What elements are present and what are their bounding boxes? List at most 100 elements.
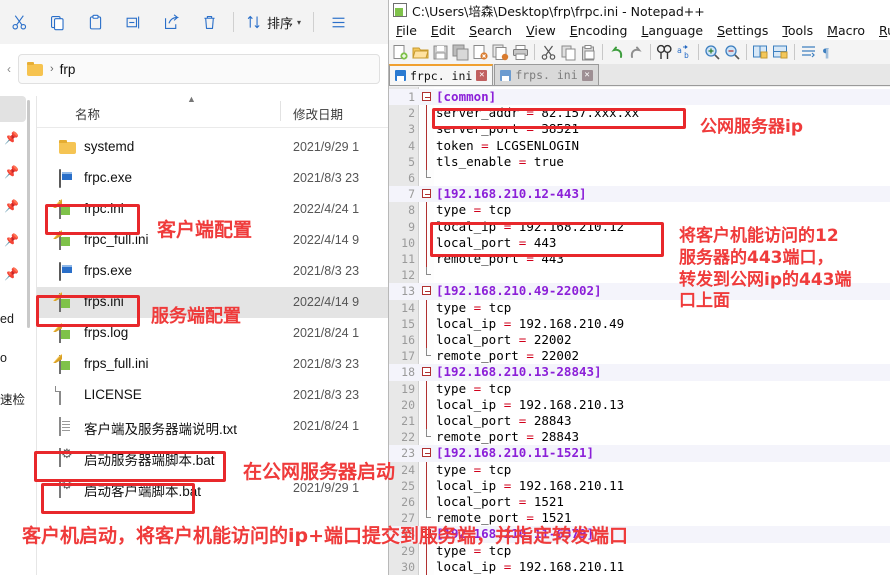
code-line-19[interactable]: 19 type = tcp bbox=[389, 380, 890, 397]
save-all-icon[interactable] bbox=[451, 43, 470, 62]
redo-icon[interactable] bbox=[627, 43, 646, 62]
open-file-icon[interactable] bbox=[411, 43, 430, 62]
sort-button[interactable]: 排序 ▾ bbox=[239, 7, 308, 37]
code-line-23[interactable]: 23 [192.168.210.11-1521] bbox=[389, 445, 890, 462]
view-options-button[interactable] bbox=[319, 7, 357, 37]
file-row-.txt[interactable]: 客户端及服务器端说明.txt 2021/8/24 1 bbox=[37, 411, 388, 442]
show-all-characters-icon[interactable]: ¶ bbox=[819, 43, 838, 62]
delete-button[interactable] bbox=[190, 7, 228, 37]
fold-collapse-icon[interactable] bbox=[422, 189, 431, 199]
menu-settings[interactable]: Settings bbox=[710, 23, 775, 38]
copy-icon[interactable] bbox=[559, 43, 578, 62]
file-row-LICENSE[interactable]: LICENSE 2021/8/3 23 bbox=[37, 380, 388, 411]
nav-selected-item[interactable] bbox=[0, 96, 26, 122]
fold-collapse-icon[interactable] bbox=[422, 367, 431, 377]
file-row-systemd[interactable]: systemd 2021/9/29 1 bbox=[37, 132, 388, 163]
delete-icon bbox=[203, 15, 215, 29]
fold-collapse-icon[interactable] bbox=[422, 286, 431, 296]
zoom-in-icon[interactable] bbox=[703, 43, 722, 62]
rename-button[interactable] bbox=[114, 7, 152, 37]
replace-icon[interactable]: ab bbox=[675, 43, 694, 62]
code-line-1[interactable]: 1 [common] bbox=[389, 89, 890, 106]
nav-scrollbar[interactable] bbox=[27, 100, 30, 328]
menu-language[interactable]: Language bbox=[634, 23, 710, 38]
close-all-icon[interactable] bbox=[491, 43, 510, 62]
fold-collapse-icon[interactable] bbox=[422, 448, 431, 458]
fold-line bbox=[426, 380, 427, 397]
line-number: 26 bbox=[401, 495, 415, 509]
copy-button[interactable] bbox=[38, 7, 76, 37]
close-file-icon[interactable] bbox=[471, 43, 490, 62]
paste-button[interactable] bbox=[76, 7, 114, 37]
address-bar[interactable]: › frp bbox=[18, 54, 380, 84]
menu-encoding[interactable]: Encoding bbox=[563, 23, 635, 38]
line-number: 20 bbox=[401, 397, 415, 412]
paste-icon[interactable] bbox=[579, 43, 598, 62]
nav-fragment-2[interactable]: 速检 bbox=[0, 389, 25, 408]
code-line-7[interactable]: 7 [192.168.210.12-443] bbox=[389, 186, 890, 203]
menu-search[interactable]: Search bbox=[462, 23, 519, 38]
code-line-26[interactable]: 26 local_port = 1521 bbox=[389, 494, 890, 511]
fold-end-marker bbox=[426, 170, 431, 178]
code-text: tls_enable = true bbox=[436, 153, 564, 169]
word-wrap-icon[interactable] bbox=[799, 43, 818, 62]
fold-line bbox=[426, 477, 427, 494]
close-icon[interactable]: ✕ bbox=[581, 69, 593, 81]
menu-macro[interactable]: Macro bbox=[820, 23, 872, 38]
menu-edit[interactable]: Edit bbox=[424, 23, 462, 38]
fold-line bbox=[426, 121, 427, 138]
find-icon[interactable] bbox=[655, 43, 674, 62]
cut-button[interactable] bbox=[0, 7, 38, 37]
code-line-6[interactable]: 6 bbox=[389, 170, 890, 186]
file-date-modified: 2022/4/14 9 bbox=[293, 295, 360, 309]
sort-ascending-icon: ▲ bbox=[187, 94, 196, 104]
save-icon[interactable] bbox=[431, 43, 450, 62]
line-number: 3 bbox=[408, 122, 415, 137]
file-name: frps.log bbox=[84, 325, 129, 340]
document-tab-frpsini[interactable]: frps. ini ✕ bbox=[494, 64, 599, 85]
code-line-30[interactable]: 30 local_ip = 192.168.210.11 bbox=[389, 558, 890, 575]
code-line-25[interactable]: 25 local_ip = 192.168.210.11 bbox=[389, 477, 890, 494]
nav-fragment-0[interactable]: ed bbox=[0, 312, 14, 326]
code-line-8[interactable]: 8 type = tcp bbox=[389, 202, 890, 219]
close-icon[interactable]: ✕ bbox=[476, 70, 488, 81]
code-line-4[interactable]: 4 token = LCGSENLOGIN bbox=[389, 137, 890, 154]
menu-run[interactable]: Run bbox=[872, 23, 890, 38]
code-line-5[interactable]: 5 tls_enable = true bbox=[389, 153, 890, 170]
zoom-out-icon[interactable] bbox=[723, 43, 742, 62]
code-line-21[interactable]: 21 local_port = 28843 bbox=[389, 413, 890, 430]
print-icon[interactable] bbox=[511, 43, 530, 62]
back-chevron-icon[interactable]: ‹ bbox=[0, 62, 18, 76]
nav-fragment-1[interactable]: o bbox=[0, 351, 7, 365]
new-file-icon[interactable] bbox=[391, 43, 410, 62]
sync-horizontal-scroll-icon[interactable] bbox=[771, 43, 790, 62]
fold-collapse-icon[interactable] bbox=[422, 92, 431, 101]
file-row-frpc.exe[interactable]: frpc.exe 2021/8/3 23 bbox=[37, 163, 388, 194]
undo-icon[interactable] bbox=[607, 43, 626, 62]
code-line-22[interactable]: 22 remote_port = 28843 bbox=[389, 429, 890, 445]
code-line-18[interactable]: 18 [192.168.210.13-28843] bbox=[389, 364, 890, 381]
code-line-20[interactable]: 20 local_ip = 192.168.210.13 bbox=[389, 396, 890, 413]
svg-text:a: a bbox=[677, 46, 682, 55]
menu-view[interactable]: View bbox=[519, 23, 563, 38]
document-tab-frpcini[interactable]: frpc. ini ✕ bbox=[389, 64, 494, 85]
code-line-24[interactable]: 24 type = tcp bbox=[389, 461, 890, 478]
share-button[interactable] bbox=[152, 7, 190, 37]
address-bar-row: ‹ › frp bbox=[0, 50, 388, 88]
file-row-frps_full.ini[interactable]: frps_full.ini 2021/8/3 23 bbox=[37, 349, 388, 380]
cut-icon[interactable] bbox=[539, 43, 558, 62]
file-row-frps.exe[interactable]: frps.exe 2021/8/3 23 bbox=[37, 256, 388, 287]
fold-line bbox=[426, 396, 427, 413]
menu-tools[interactable]: Tools bbox=[775, 23, 820, 38]
code-line-3[interactable]: 3 server_port = 38521 bbox=[389, 121, 890, 138]
code-line-16[interactable]: 16 local_port = 22002 bbox=[389, 332, 890, 349]
menu-file[interactable]: File bbox=[389, 23, 424, 38]
code-line-17[interactable]: 17 remote_port = 22002 bbox=[389, 348, 890, 364]
column-header-date-modified[interactable]: 修改日期 bbox=[293, 104, 343, 123]
code-line-2[interactable]: 2 server_addr = 82.157.xxx.xx bbox=[389, 105, 890, 122]
sync-vertical-scroll-icon[interactable] bbox=[751, 43, 770, 62]
code-text: local_port = 22002 bbox=[436, 332, 572, 347]
column-header-name[interactable]: 名称 bbox=[75, 104, 100, 123]
code-line-15[interactable]: 15 local_ip = 192.168.210.49 bbox=[389, 315, 890, 332]
code-editor[interactable]: 1 [common] 2 server_addr = 82.157.xxx.xx 3 se… bbox=[389, 87, 890, 575]
